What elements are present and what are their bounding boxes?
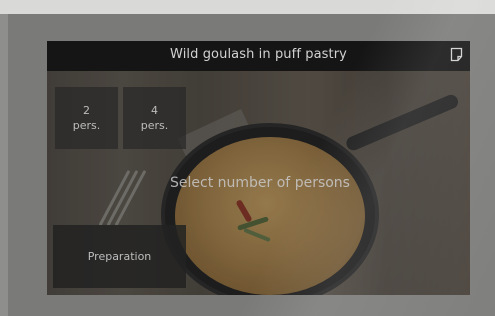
persons-unit: pers. <box>72 119 101 132</box>
preparation-label: Preparation <box>87 250 152 263</box>
select-persons-prompt: Select number of persons <box>170 175 350 191</box>
persons-unit: pers. <box>140 119 169 132</box>
appliance-frame-top <box>0 0 495 14</box>
recipe-title: Wild goulash in puff pastry <box>170 47 347 62</box>
two-persons-button[interactable]: 2 pers. <box>55 87 118 149</box>
four-persons-button[interactable]: 4 pers. <box>123 87 186 149</box>
persons-number: 4 <box>151 104 158 117</box>
display-screen: Wild goulash in puff pastry 2 pers. 4 pe… <box>47 41 470 295</box>
preparation-button[interactable]: Preparation <box>53 225 186 288</box>
document-icon[interactable] <box>450 47 463 62</box>
persons-number: 2 <box>83 104 90 117</box>
